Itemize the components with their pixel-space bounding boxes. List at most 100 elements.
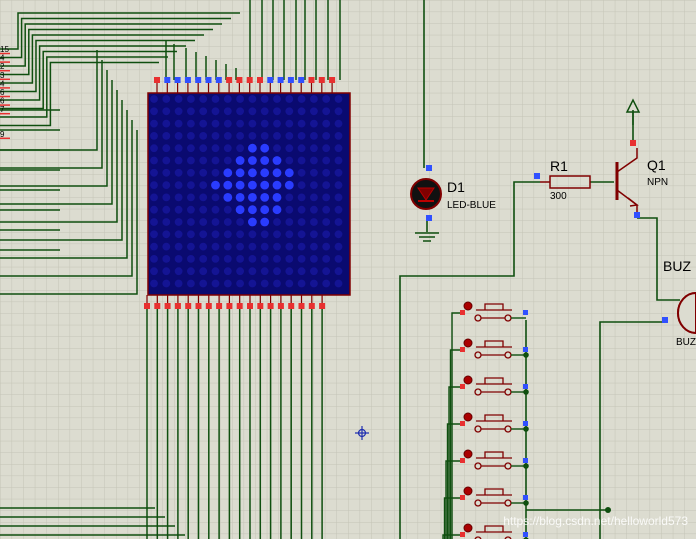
buzzer-sub-label: BUZ xyxy=(676,337,696,348)
button-pin-right xyxy=(523,532,528,537)
matrix-led-dot xyxy=(322,132,331,140)
matrix-led-dot xyxy=(211,230,220,239)
button-terminal-icon xyxy=(463,301,473,311)
matrix-led-dot xyxy=(174,218,183,226)
matrix-led-dot xyxy=(310,144,318,153)
matrix-led-dot xyxy=(310,193,318,202)
matrix-led-dot xyxy=(273,267,281,276)
matrix-led-dot xyxy=(236,132,245,140)
matrix-led-dot xyxy=(334,193,343,202)
matrix-led-dot xyxy=(199,144,208,153)
matrix-led-dot xyxy=(260,230,269,239)
matrix-led-dot xyxy=(248,156,257,165)
matrix-led-dot xyxy=(199,279,208,288)
matrix-led-dot xyxy=(187,132,195,140)
matrix-led-dot xyxy=(211,180,220,190)
matrix-led-dot xyxy=(223,193,233,202)
matrix-bottom-pin xyxy=(195,303,202,309)
matrix-led-dot xyxy=(334,267,343,276)
matrix-led-dot xyxy=(285,218,294,226)
matrix-led-dot xyxy=(248,279,257,288)
matrix-led-dot xyxy=(174,132,183,140)
matrix-led-dot xyxy=(150,218,158,226)
matrix-top-pin xyxy=(236,77,243,83)
matrix-bottom-pin xyxy=(154,303,161,309)
matrix-led-dot xyxy=(150,181,158,190)
matrix-led-dot xyxy=(334,132,343,140)
matrix-led-dot xyxy=(310,255,318,263)
matrix-led-dot xyxy=(273,255,281,263)
matrix-led-dot xyxy=(174,156,183,165)
button-pin-right xyxy=(523,495,528,500)
matrix-led-dot xyxy=(297,193,306,202)
matrix-led-dot xyxy=(260,279,269,288)
matrix-led-dot xyxy=(174,255,183,263)
matrix-led-dot xyxy=(223,230,232,239)
button-pin-right xyxy=(523,310,528,315)
matrix-led-dot xyxy=(322,181,331,190)
matrix-led-dot xyxy=(236,95,245,103)
matrix-led-dot xyxy=(199,205,208,214)
matrix-led-dot xyxy=(248,205,257,215)
matrix-led-dot xyxy=(322,119,331,128)
matrix-led-dot xyxy=(297,119,306,128)
left-pin-label: 9 xyxy=(0,130,5,139)
matrix-top-pin xyxy=(226,77,233,83)
matrix-led-dot xyxy=(322,242,331,251)
matrix-led-dot xyxy=(260,180,270,190)
left-pin-label: 7 xyxy=(0,105,5,114)
matrix-top-pin xyxy=(267,77,274,83)
junction-dot xyxy=(605,507,611,513)
matrix-led-dot xyxy=(322,255,331,263)
matrix-led-dot xyxy=(174,144,183,153)
matrix-led-dot xyxy=(310,156,318,165)
button-pin-left xyxy=(460,532,465,537)
matrix-led-dot xyxy=(174,119,183,128)
transistor-ref-label: Q1 xyxy=(647,157,666,173)
matrix-led-dot xyxy=(297,255,306,263)
matrix-led-dot xyxy=(150,119,158,128)
matrix-led-dot xyxy=(174,242,183,251)
matrix-led-dot xyxy=(223,119,232,128)
matrix-led-dot xyxy=(285,267,294,276)
matrix-led-dot xyxy=(174,95,183,103)
matrix-led-dot xyxy=(199,168,208,177)
matrix-led-dot xyxy=(174,279,183,288)
matrix-led-dot xyxy=(235,205,245,215)
matrix-led-dot xyxy=(260,119,269,128)
matrix-led-dot xyxy=(199,132,208,140)
matrix-led-dot xyxy=(334,168,343,177)
matrix-led-dot xyxy=(187,242,195,251)
matrix-led-dot xyxy=(297,205,306,214)
matrix-led-dot xyxy=(273,119,281,128)
matrix-led-dot xyxy=(260,205,270,215)
matrix-bottom-pin xyxy=(247,303,253,309)
matrix-led-dot xyxy=(248,168,257,178)
matrix-led-dot xyxy=(236,267,245,276)
matrix-led-dot xyxy=(162,279,171,288)
matrix-led-dot xyxy=(187,230,195,239)
matrix-led-dot xyxy=(174,181,183,190)
matrix-led-dot xyxy=(310,119,318,128)
matrix-led-dot xyxy=(285,255,294,263)
matrix-led-dot xyxy=(162,156,171,165)
button-pin-left xyxy=(460,384,465,389)
matrix-led-dot xyxy=(150,255,158,263)
matrix-top-pin xyxy=(308,77,315,83)
matrix-led-dot xyxy=(187,193,195,202)
resistor-pin-left xyxy=(534,173,540,179)
matrix-led-dot xyxy=(162,119,171,128)
schematic-canvas: 1542346679 D1 LED-BLUE R1 300 Q1 NPN BUZ… xyxy=(0,0,696,539)
matrix-led-dot xyxy=(322,156,331,165)
matrix-led-dot xyxy=(297,218,306,226)
matrix-led-dot xyxy=(297,181,306,190)
matrix-led-dot xyxy=(285,193,294,202)
matrix-led-dot xyxy=(272,180,282,190)
matrix-led-dot xyxy=(260,168,270,178)
matrix-led-dot xyxy=(235,193,245,202)
led-ref-label: D1 xyxy=(447,179,465,195)
matrix-led-dot xyxy=(260,193,270,202)
resistor-value-label: 300 xyxy=(550,191,567,202)
matrix-led-dot xyxy=(162,95,171,103)
matrix-led-dot xyxy=(322,107,331,116)
